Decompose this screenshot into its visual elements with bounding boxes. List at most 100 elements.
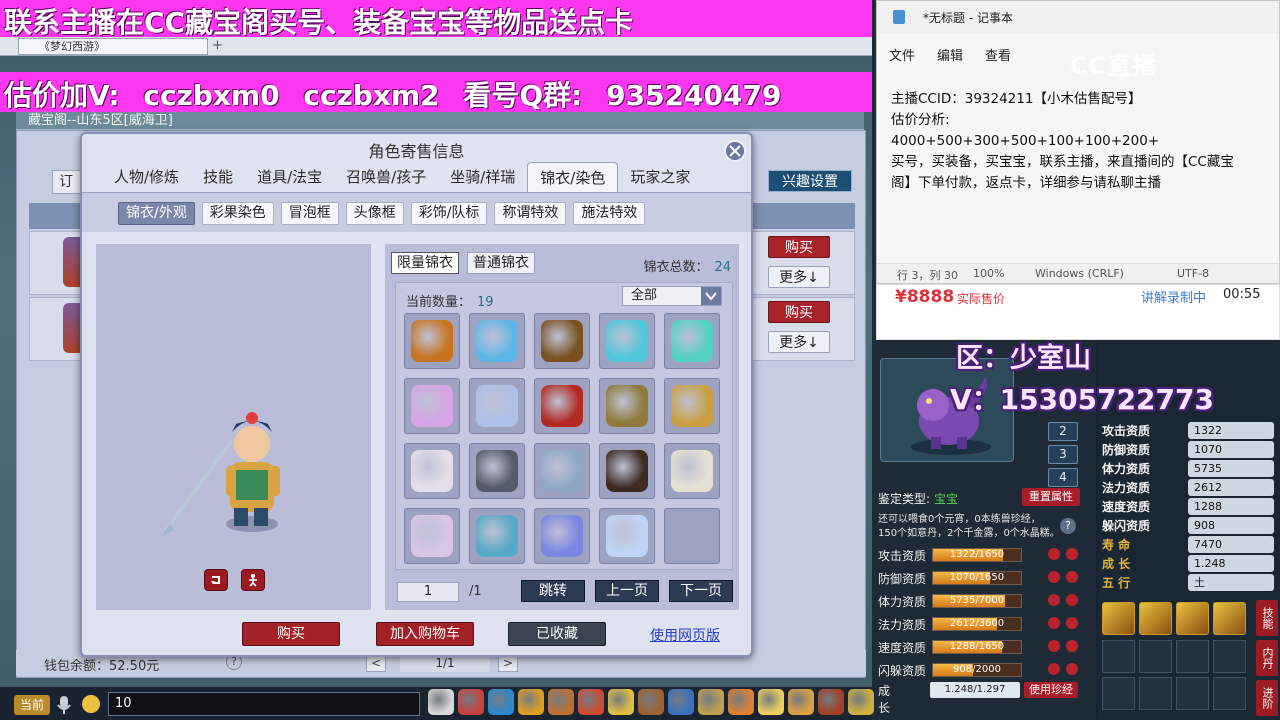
more-button[interactable]: 更多↓: [768, 266, 830, 288]
item-cell[interactable]: [599, 378, 655, 434]
pet-slot-button[interactable]: 3: [1048, 445, 1078, 464]
hotbar-item-icon[interactable]: [548, 689, 574, 715]
item-cell[interactable]: [534, 378, 590, 434]
skill-icon[interactable]: [1213, 602, 1246, 635]
item-cell[interactable]: [534, 443, 590, 499]
close-icon[interactable]: [724, 140, 746, 162]
skill-slot[interactable]: [1213, 640, 1246, 673]
menu-item[interactable]: 编辑: [937, 45, 963, 64]
minus-icon[interactable]: [1066, 571, 1078, 583]
rotate-icon[interactable]: [204, 569, 228, 591]
skill-slot[interactable]: [1102, 677, 1135, 710]
plus-icon[interactable]: [1048, 571, 1060, 583]
favorited-button[interactable]: 已收藏: [508, 622, 606, 646]
hotbar-item-icon[interactable]: [518, 689, 544, 715]
hotbar-item-icon[interactable]: [668, 689, 694, 715]
item-cell[interactable]: [404, 508, 460, 564]
hotbar-item-icon[interactable]: [608, 689, 634, 715]
skill-icon[interactable]: [1102, 602, 1135, 635]
tab-3[interactable]: 召唤兽/孩子: [334, 162, 438, 192]
item-cell[interactable]: [664, 443, 720, 499]
plus-icon[interactable]: [1048, 594, 1060, 606]
subtab-4[interactable]: 彩饰/队标: [410, 202, 488, 225]
tab-0[interactable]: 人物/修炼: [102, 162, 191, 192]
chat-channel-button[interactable]: 当前: [14, 695, 50, 715]
skill-slot[interactable]: [1176, 677, 1209, 710]
skill-slot[interactable]: [1213, 677, 1246, 710]
use-gem-button[interactable]: 使用珍经: [1024, 682, 1078, 698]
hotbar-item-icon[interactable]: [698, 689, 724, 715]
filter-select[interactable]: 全部: [622, 286, 722, 306]
normal-outfit-button[interactable]: 普通锦衣: [467, 252, 535, 274]
subtab-5[interactable]: 称谓特效: [494, 202, 567, 225]
plus-icon[interactable]: [1048, 617, 1060, 629]
hotbar-item-icon[interactable]: [788, 689, 814, 715]
minus-icon[interactable]: [1066, 617, 1078, 629]
pet-slot-button[interactable]: 2: [1048, 422, 1078, 441]
item-cell[interactable]: [404, 378, 460, 434]
subtab-0[interactable]: 锦衣/外观: [118, 202, 195, 225]
plus-icon[interactable]: [1048, 640, 1060, 652]
item-cell[interactable]: [404, 313, 460, 369]
buy-button[interactable]: 购买: [242, 622, 340, 646]
hotbar-item-icon[interactable]: [428, 689, 454, 715]
tab-2[interactable]: 道具/法宝: [245, 162, 334, 192]
inner-pill-tab[interactable]: 内丹: [1256, 640, 1278, 676]
hotbar-item-icon[interactable]: [818, 689, 844, 715]
minus-icon[interactable]: [1066, 548, 1078, 560]
notepad-text[interactable]: 主播CCID：39324211【小木估售配号】 估价分析: 4000+500+300…: [891, 89, 1279, 194]
hotbar-item-icon[interactable]: [848, 689, 874, 715]
hotbar-item-icon[interactable]: [488, 689, 514, 715]
hotbar-item-icon[interactable]: [578, 689, 604, 715]
buy-button[interactable]: 购买: [768, 301, 830, 323]
skill-slot[interactable]: [1139, 640, 1172, 673]
skills-tab[interactable]: 技能: [1256, 600, 1278, 636]
item-cell[interactable]: [534, 508, 590, 564]
emoji-icon[interactable]: [82, 695, 100, 713]
web-version-link[interactable]: 使用网页版: [650, 625, 720, 645]
tab-5[interactable]: 锦衣/染色: [527, 162, 619, 192]
minus-icon[interactable]: [1066, 594, 1078, 606]
page-input[interactable]: 1: [397, 582, 459, 602]
jump-button[interactable]: 跳转: [521, 580, 585, 602]
item-cell[interactable]: [664, 378, 720, 434]
menu-item[interactable]: 文件: [889, 45, 915, 64]
tab-1[interactable]: 技能: [191, 162, 245, 192]
item-cell[interactable]: [469, 443, 525, 499]
pet-slot-button[interactable]: 4: [1048, 468, 1078, 487]
skill-icon[interactable]: [1176, 602, 1209, 635]
tab-4[interactable]: 坐骑/祥瑞: [438, 162, 527, 192]
help-icon[interactable]: ?: [1060, 518, 1076, 534]
tab-6[interactable]: 玩家之家: [618, 162, 702, 192]
subtab-1[interactable]: 彩果染色: [201, 202, 274, 225]
advance-tab[interactable]: 进阶: [1256, 680, 1278, 716]
item-cell[interactable]: [599, 443, 655, 499]
item-cell[interactable]: [664, 313, 720, 369]
interest-settings-button[interactable]: 兴趣设置: [768, 170, 852, 192]
hotbar-item-icon[interactable]: [758, 689, 784, 715]
item-cell[interactable]: [534, 313, 590, 369]
item-cell[interactable]: [599, 508, 655, 564]
chat-input[interactable]: 10: [108, 692, 420, 716]
more-button[interactable]: 更多↓: [768, 331, 830, 353]
menu-item[interactable]: 查看: [985, 45, 1011, 64]
hotbar-item-icon[interactable]: [728, 689, 754, 715]
hotbar-item-icon[interactable]: [638, 689, 664, 715]
plus-icon[interactable]: [1048, 548, 1060, 560]
minus-icon[interactable]: [1066, 663, 1078, 675]
limited-outfit-button[interactable]: 限量锦衣: [391, 252, 459, 274]
buy-button[interactable]: 购买: [768, 236, 830, 258]
item-cell[interactable]: [469, 313, 525, 369]
next-page-button[interactable]: 下一页: [669, 580, 733, 602]
hotbar-item-icon[interactable]: [458, 689, 484, 715]
skill-slot[interactable]: [1139, 677, 1172, 710]
skill-slot[interactable]: [1102, 640, 1135, 673]
microphone-icon[interactable]: [56, 695, 72, 715]
reset-attributes-button[interactable]: 重置属性: [1022, 488, 1080, 506]
subtab-3[interactable]: 头像框: [345, 202, 404, 225]
minus-icon[interactable]: [1066, 640, 1078, 652]
chevron-down-icon[interactable]: [701, 287, 721, 305]
plus-icon[interactable]: [1048, 663, 1060, 675]
item-cell[interactable]: [469, 378, 525, 434]
skill-slot[interactable]: [1176, 640, 1209, 673]
